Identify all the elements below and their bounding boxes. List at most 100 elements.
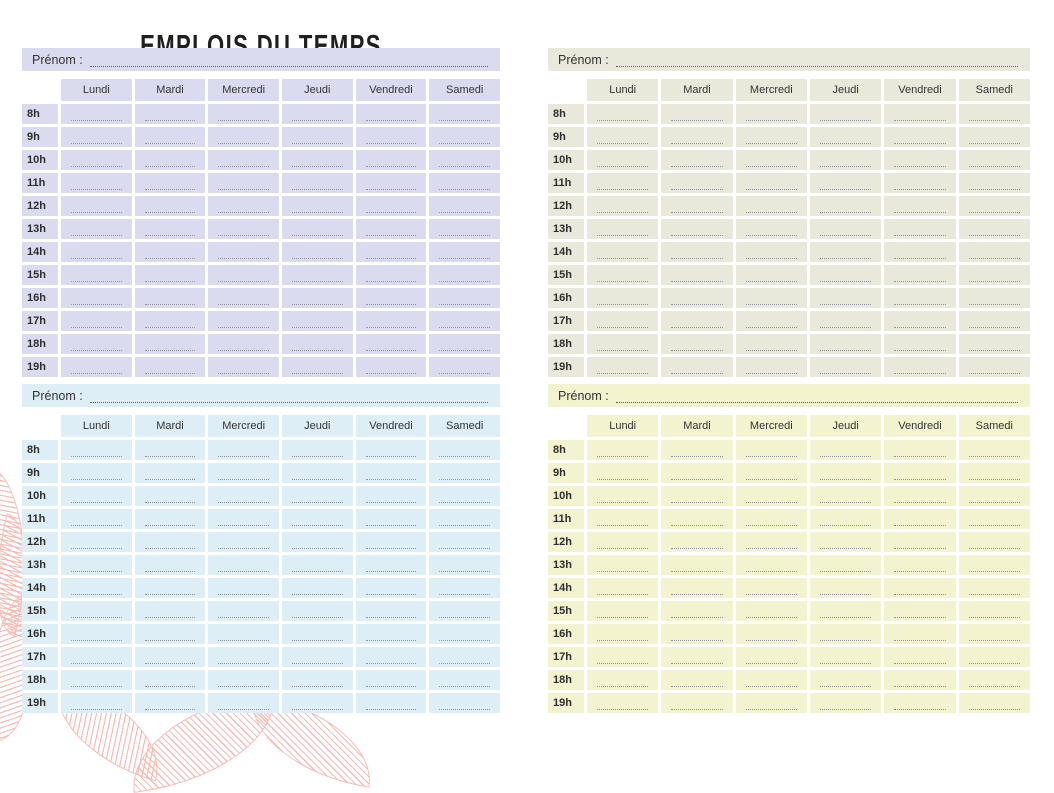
dotted-line <box>291 200 343 213</box>
dotted-line <box>745 513 797 526</box>
dotted-line <box>144 131 196 144</box>
dotted-line <box>439 674 491 687</box>
slot-cell <box>355 693 427 713</box>
slot-cell <box>661 555 733 575</box>
dotted-line <box>144 361 196 374</box>
slot-cell <box>208 486 279 506</box>
dotted-line <box>819 269 872 282</box>
slot-cell <box>958 265 1030 285</box>
dotted-line <box>70 246 122 259</box>
slot-cell <box>661 532 733 552</box>
slot-cell <box>61 486 132 506</box>
dotted-line <box>745 467 797 480</box>
dotted-line <box>144 223 196 236</box>
grid-corner-spacer <box>548 79 584 101</box>
slot-cell <box>810 693 882 713</box>
dotted-line <box>439 536 491 549</box>
slot-cell <box>958 532 1030 552</box>
dotted-line <box>218 338 270 351</box>
slot-cell <box>884 578 956 598</box>
dotted-line <box>596 628 649 641</box>
slot-cell <box>958 127 1030 147</box>
dotted-line <box>968 536 1020 549</box>
time-label: 19h <box>22 357 58 377</box>
slot-cell <box>61 127 132 147</box>
slot-cell <box>884 311 956 331</box>
slot-cell <box>735 357 807 377</box>
slot-cell <box>958 440 1030 460</box>
dotted-line <box>671 697 723 710</box>
slot-cell <box>884 693 956 713</box>
slot-cell <box>661 693 733 713</box>
slot-cell <box>587 647 659 667</box>
dotted-line <box>819 154 872 167</box>
slot-cell <box>884 555 956 575</box>
dotted-line <box>745 605 797 618</box>
slot-cell <box>884 440 956 460</box>
dotted-line <box>291 697 343 710</box>
dotted-line <box>218 108 270 121</box>
dotted-line <box>671 338 723 351</box>
slot-cell <box>281 647 353 667</box>
slot-cell <box>429 693 500 713</box>
slot-cell <box>134 334 206 354</box>
slot-cell <box>355 334 427 354</box>
dotted-line <box>70 315 122 328</box>
dotted-line <box>365 513 417 526</box>
slot-cell <box>735 104 807 124</box>
dotted-line <box>894 628 946 641</box>
dotted-line <box>819 559 872 572</box>
slot-cell <box>587 242 659 262</box>
dotted-line <box>365 490 417 503</box>
dotted-line <box>365 177 417 190</box>
slot-cell <box>587 265 659 285</box>
dotted-line <box>439 338 491 351</box>
slot-cell <box>429 486 500 506</box>
dotted-line <box>968 467 1020 480</box>
dotted-line <box>596 536 649 549</box>
day-header: Mardi <box>661 415 733 437</box>
slot-cell <box>134 486 206 506</box>
dotted-line <box>894 177 946 190</box>
day-header: Lundi <box>61 79 132 101</box>
time-label: 12h <box>548 196 584 216</box>
slot-cell <box>355 555 427 575</box>
dotted-line <box>671 513 723 526</box>
dotted-line <box>144 177 196 190</box>
slot-cell <box>810 647 882 667</box>
dotted-line <box>671 269 723 282</box>
slot-cell <box>958 219 1030 239</box>
dotted-line <box>218 697 270 710</box>
slot-cell <box>134 509 206 529</box>
dotted-line <box>819 651 872 664</box>
slot-cell <box>208 311 279 331</box>
dotted-line <box>671 200 723 213</box>
dotted-line <box>218 674 270 687</box>
dotted-line <box>70 467 122 480</box>
slot-cell <box>61 532 132 552</box>
dotted-line <box>144 444 196 457</box>
slot-cell <box>134 601 206 621</box>
dotted-line <box>365 154 417 167</box>
dotted-line <box>596 269 649 282</box>
dotted-line <box>291 361 343 374</box>
dotted-line <box>671 674 723 687</box>
slot-cell <box>61 509 132 529</box>
dotted-line <box>894 131 946 144</box>
slot-cell <box>735 647 807 667</box>
slot-cell <box>355 288 427 308</box>
time-label: 8h <box>22 104 58 124</box>
slot-cell <box>661 127 733 147</box>
prenom-dotted-line <box>89 388 488 403</box>
slot-cell <box>661 265 733 285</box>
dotted-line <box>894 674 946 687</box>
slot-cell <box>735 486 807 506</box>
day-header: Mercredi <box>735 415 807 437</box>
slot-cell <box>355 173 427 193</box>
slot-cell <box>61 173 132 193</box>
dotted-line <box>894 338 946 351</box>
dotted-line <box>70 674 122 687</box>
day-header: Jeudi <box>810 79 882 101</box>
slot-cell <box>281 578 353 598</box>
dotted-line <box>291 444 343 457</box>
